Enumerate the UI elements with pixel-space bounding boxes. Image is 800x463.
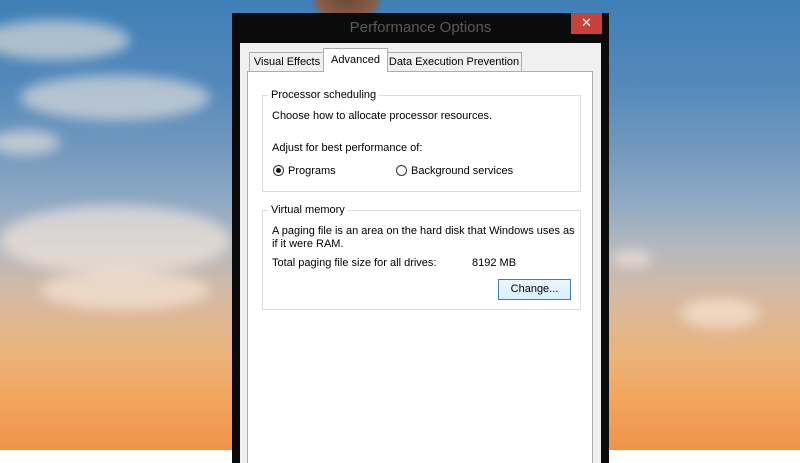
tab-visual-effects[interactable]: Visual Effects xyxy=(249,52,325,71)
wallpaper-cloud xyxy=(612,250,652,268)
advanced-tab-panel: Processor scheduling Choose how to alloc… xyxy=(247,71,593,463)
background-services-radio[interactable] xyxy=(396,165,407,176)
tab-data-execution-prevention[interactable]: Data Execution Prevention xyxy=(386,52,522,71)
programs-radio[interactable] xyxy=(273,165,284,176)
processor-description: Choose how to allocate processor resourc… xyxy=(272,110,493,122)
radio-selected-dot xyxy=(276,168,281,173)
virtual-memory-description-line2: if it were RAM. xyxy=(272,238,344,250)
virtual-memory-group: Virtual memory A paging file is an area … xyxy=(262,203,581,310)
processor-scheduling-group: Processor scheduling Choose how to alloc… xyxy=(262,88,581,192)
total-paging-value: 8192 MB xyxy=(472,257,517,269)
programs-radio-label[interactable]: Programs xyxy=(288,164,336,178)
group-title: Processor scheduling xyxy=(268,88,380,102)
close-button[interactable]: ✕ xyxy=(571,13,602,34)
change-button[interactable]: Change... xyxy=(498,279,571,300)
group-title: Virtual memory xyxy=(268,203,348,217)
total-paging-label: Total paging file size for all drives: xyxy=(272,257,437,269)
wallpaper-cloud xyxy=(40,270,210,310)
wallpaper-cloud xyxy=(0,20,130,60)
background-services-radio-label[interactable]: Background services xyxy=(411,164,513,178)
tab-label: Data Execution Prevention xyxy=(388,56,520,68)
wallpaper-cloud xyxy=(0,130,60,155)
window-client-area: Visual Effects Advanced Data Execution P… xyxy=(240,43,601,463)
tab-advanced[interactable]: Advanced xyxy=(323,48,388,72)
window-title: Performance Options xyxy=(349,19,492,36)
close-icon: ✕ xyxy=(581,16,592,31)
change-button-label: Change... xyxy=(510,283,559,295)
wallpaper-cloud xyxy=(0,205,230,275)
wallpaper-cloud xyxy=(20,75,210,120)
performance-options-window: Performance Options ✕ Visual Effects Adv… xyxy=(232,13,609,463)
tab-label: Advanced xyxy=(331,54,380,66)
title-bar[interactable]: Performance Options ✕ xyxy=(232,13,609,43)
virtual-memory-description-line1: A paging file is an area on the hard dis… xyxy=(272,225,575,237)
adjust-label: Adjust for best performance of: xyxy=(272,142,423,154)
tab-label: Visual Effects xyxy=(253,56,321,68)
wallpaper-cloud xyxy=(680,298,760,328)
